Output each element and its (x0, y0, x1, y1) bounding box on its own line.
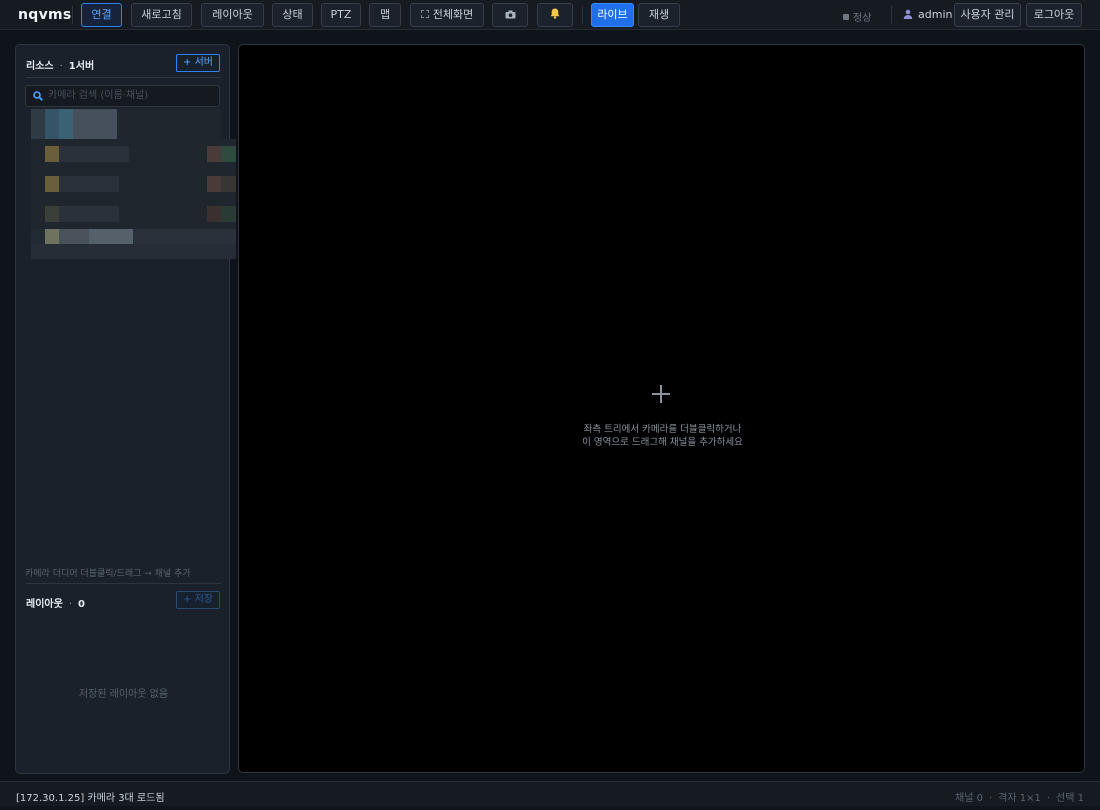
status-button[interactable]: 상태 (272, 3, 313, 27)
status-dot-icon (843, 14, 849, 20)
camera-icon (45, 229, 59, 244)
toolbar-divider (582, 6, 583, 24)
map-button[interactable]: 맵 (369, 3, 401, 27)
layout-button[interactable]: 레이아웃 (201, 3, 264, 27)
add-server-button[interactable]: + 서버 (176, 54, 220, 72)
tree-item-icon (31, 109, 45, 139)
camera-icon (45, 206, 59, 222)
save-layout-button[interactable]: + 저장 (176, 591, 220, 609)
camera-icon (45, 146, 59, 162)
tree-item[interactable] (31, 199, 236, 229)
divider (26, 583, 221, 584)
grid-size: 격자 1×1 (998, 793, 1041, 804)
usage-hint: 카메라 더디어 더블클릭/드래그 → 채널 추가 (25, 569, 191, 579)
snapshot-button[interactable] (492, 3, 528, 27)
add-channel-icon[interactable] (652, 385, 670, 403)
user-name: admin (918, 8, 953, 21)
ptz-button[interactable]: PTZ (321, 3, 361, 27)
empty-layouts-text: 저장된 레이아웃 없음 (78, 689, 169, 700)
playback-tab[interactable]: 재생 (638, 3, 680, 27)
layouts-title: 레이아웃 (26, 599, 63, 610)
refresh-button[interactable]: 새로고침 (131, 3, 192, 27)
search-icon (33, 91, 43, 101)
connect-button[interactable]: 연결 (81, 3, 122, 27)
tree-item[interactable] (31, 229, 236, 259)
top-toolbar: nqvms 연결 새로고침 레이아웃 상태 PTZ 맵 전체화면 라이브 재생 … (0, 0, 1100, 30)
expand-icon (420, 9, 430, 19)
status-text: 정상 (853, 13, 872, 24)
tree-item[interactable] (31, 169, 236, 199)
resources-header: 리소스 · 1서버 (26, 57, 94, 72)
camera-icon (505, 10, 515, 19)
current-user: admin (903, 8, 952, 21)
separator-dot: · (1046, 793, 1051, 804)
layouts-header: 레이아웃 · 0 (26, 595, 85, 610)
camera-icon (45, 176, 59, 192)
selected-count: 선택 1 (1056, 793, 1084, 804)
status-message: [172.30.1.25] 카메라 3대 로드됨 (16, 793, 165, 804)
divider (26, 77, 221, 78)
bell-icon (550, 8, 560, 19)
fullscreen-button[interactable]: 전체화면 (410, 3, 484, 27)
sidebar: 리소스 · 1서버 + 서버 카메라 검색 (이름·채널) 카메라 더디어 더블… (15, 44, 236, 774)
viewer-empty-line2: 이 영역으로 드래그해 채널을 추가하세요 (582, 437, 743, 448)
camera-search-input[interactable]: 카메라 검색 (이름·채널) (25, 85, 220, 107)
tree-item[interactable] (31, 139, 236, 169)
logout-button[interactable]: 로그아웃 (1026, 3, 1082, 27)
video-viewer[interactable]: 좌측 트리에서 카메라를 더블클릭하거나 이 영역으로 드래그해 채널을 추가하… (238, 44, 1085, 773)
status-bar: [172.30.1.25] 카메라 3대 로드됨 채널 0 · 격자 1×1 · 선택 … (0, 781, 1100, 806)
search-placeholder: 카메라 검색 (이름·채널) (48, 90, 149, 101)
status-summary: 채널 0 · 격자 1×1 · 선택 1 (955, 789, 1084, 804)
live-tab[interactable]: 라이브 (591, 3, 634, 27)
resources-title: 리소스 (26, 61, 54, 72)
toolbar-divider (891, 6, 892, 24)
channel-count: 채널 0 (955, 793, 983, 804)
separator-dot: · (68, 599, 72, 610)
user-management-button[interactable]: 사용자 관리 (954, 3, 1021, 27)
separator-dot: · (59, 61, 63, 72)
resources-count: 1서버 (68, 61, 95, 72)
alarm-button[interactable] (537, 3, 573, 27)
user-icon (903, 9, 913, 19)
resource-tree[interactable] (16, 109, 236, 291)
toolbar-divider (72, 6, 73, 24)
separator-dot: · (988, 793, 993, 804)
app-title: nqvms (18, 7, 72, 23)
connection-status: 정상 (843, 9, 871, 24)
tree-item[interactable] (31, 109, 221, 139)
viewer-empty-line1: 좌측 트리에서 카메라를 더블클릭하거나 (583, 424, 742, 435)
layouts-count: 0 (78, 599, 85, 610)
fullscreen-label: 전체화면 (432, 8, 474, 21)
